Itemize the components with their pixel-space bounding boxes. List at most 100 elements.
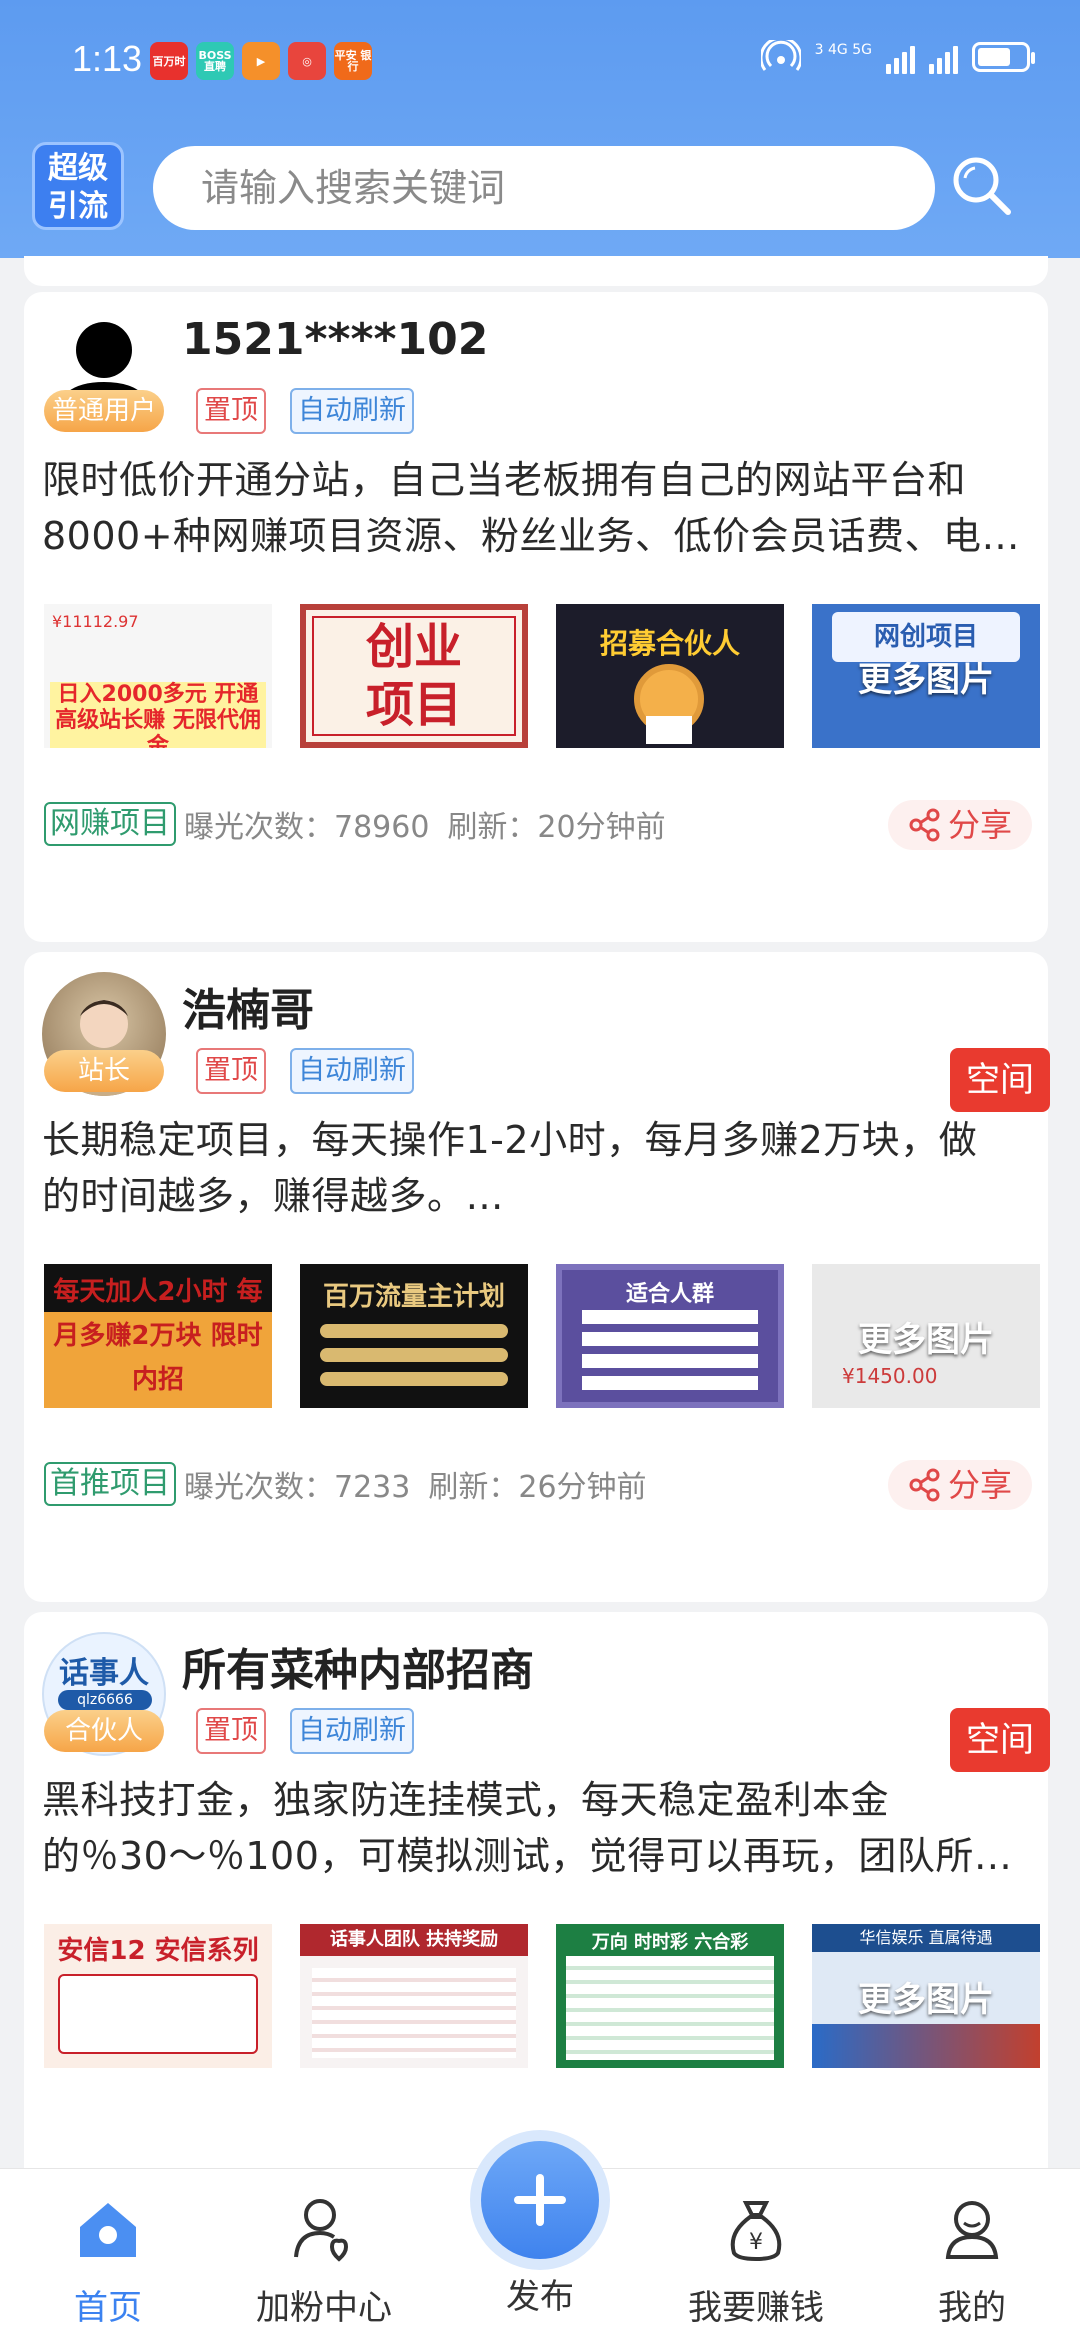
publish-button[interactable] bbox=[470, 2130, 610, 2270]
description-line: 黑科技打金，独家防连挂模式，每天稳定盈利本金 bbox=[42, 1778, 890, 1822]
image-caption: 招募合伙人 bbox=[599, 627, 740, 660]
share-button[interactable]: 分享 bbox=[887, 1460, 1032, 1510]
status-bar: 1:13 百万时 BOSS 直聘 ▶ ◎ 平安 银行 3 4G 5G bbox=[0, 0, 1080, 120]
clock: 1:13 bbox=[72, 38, 143, 79]
post-description[interactable]: 长期稳定项目，每天操作1-2小时，每月多赚2万块，做 的时间越多，赚得越多。… bbox=[42, 1112, 1032, 1224]
nav-home[interactable]: 首页 bbox=[28, 2193, 188, 2329]
signal-icon-2 bbox=[929, 40, 958, 74]
post-image[interactable]: 适合人群 bbox=[556, 1264, 784, 1408]
logo-text-1: 超级 bbox=[48, 151, 108, 186]
publish-button-inner bbox=[481, 2141, 599, 2259]
post-image[interactable]: ¥11112.97 日入2000多元 开通高级站长赚 无限代佣金 bbox=[44, 604, 272, 748]
user-heart-icon bbox=[294, 2199, 349, 2262]
nav-label: 发布 bbox=[506, 2277, 574, 2317]
more-images-label[interactable]: 更多图片 bbox=[812, 604, 1040, 748]
search-icon[interactable] bbox=[948, 152, 1014, 218]
post-card[interactable]: 站长 浩楠哥 置顶 自动刷新 空间 长期稳定项目，每天操作1-2小时，每月多赚2… bbox=[24, 952, 1050, 1602]
user-name[interactable]: 所有菜种内部招商 bbox=[182, 1634, 534, 1698]
battery-icon bbox=[972, 42, 1035, 72]
search-input[interactable]: 请输入搜索关键词 bbox=[153, 146, 935, 230]
refresh-time: 刷新：26分钟前 bbox=[428, 1470, 647, 1505]
user-name[interactable]: 浩楠哥 bbox=[182, 974, 314, 1038]
share-label: 分享 bbox=[947, 806, 1012, 844]
refresh-time: 刷新：20分钟前 bbox=[447, 810, 666, 845]
image-caption: 安信12 安信系列 bbox=[57, 1936, 259, 1966]
share-icon bbox=[909, 1468, 940, 1502]
app-icon-baiwan: 百万时 bbox=[150, 42, 188, 80]
description-line: 8000+种网赚项目资源、粉丝业务、低价会员话费、电… bbox=[42, 514, 1021, 558]
app-icon-video: ▶ bbox=[242, 42, 280, 80]
exposure-count: 曝光次数：78960 bbox=[184, 810, 430, 845]
post-meta: 网赚项目 曝光次数：78960 刷新：20分钟前 bbox=[44, 802, 666, 846]
nav-label: 加粉中心 bbox=[256, 2288, 392, 2328]
post-image[interactable]: 创业 项目 bbox=[300, 604, 528, 748]
nav-fans-center[interactable]: 加粉中心 bbox=[244, 2193, 404, 2329]
post-image[interactable]: ¥1450.00 更多图片 bbox=[812, 1264, 1040, 1408]
description-line: 的时间越多，赚得越多。… bbox=[42, 1174, 505, 1218]
avatar-brand: 话事人 bbox=[59, 1656, 149, 1691]
notification-icons: 百万时 BOSS 直聘 ▶ ◎ 平安 银行 bbox=[150, 42, 372, 80]
post-image[interactable]: 万向 时时彩 六合彩 bbox=[556, 1924, 784, 2068]
previous-card-edge bbox=[24, 256, 1048, 286]
pinned-tag: 置顶 bbox=[196, 388, 266, 434]
share-icon bbox=[909, 808, 940, 842]
image-caption: 百万流量主计划 bbox=[322, 1282, 505, 1312]
money-bag-icon: ¥ bbox=[730, 2201, 782, 2262]
post-description[interactable]: 黑科技打金，独家防连挂模式，每天稳定盈利本金 的％30～％100，可模拟测试，觉… bbox=[42, 1772, 1032, 1884]
nav-label: 我的 bbox=[938, 2288, 1006, 2328]
more-images-label[interactable]: 更多图片 bbox=[812, 1924, 1040, 2068]
image-caption: 万向 时时彩 六合彩 bbox=[591, 1932, 749, 1953]
image-caption: 适合人群 bbox=[625, 1282, 714, 1307]
app-icon-pingan: 平安 银行 bbox=[334, 42, 372, 80]
plus-icon bbox=[514, 2174, 566, 2226]
post-meta: 首推项目 曝光次数：7233 刷新：26分钟前 bbox=[44, 1462, 647, 1506]
user-name[interactable]: 1521****102 bbox=[182, 314, 488, 365]
network-label: 3 4G 5G bbox=[814, 42, 872, 58]
app-icon-boss: BOSS 直聘 bbox=[196, 42, 234, 80]
image-caption: 日入2000多元 开通高级站长赚 无限代佣金 bbox=[50, 682, 266, 748]
post-image[interactable]: 华信娱乐 直属待遇 更多图片 bbox=[812, 1924, 1040, 2068]
category-tag[interactable]: 网赚项目 bbox=[44, 802, 176, 846]
nav-publish-label[interactable]: 发布 bbox=[460, 2269, 620, 2318]
post-image[interactable]: 话事人团队 扶持奖励 bbox=[300, 1924, 528, 2068]
post-card[interactable]: 普通用户 1521****102 置顶 自动刷新 限时低价开通分站，自己当老板拥… bbox=[24, 292, 1048, 942]
header: 1:13 百万时 BOSS 直聘 ▶ ◎ 平安 银行 3 4G 5G 超级 引流… bbox=[0, 0, 1080, 258]
auto-refresh-tag: 自动刷新 bbox=[290, 1048, 414, 1094]
logo-text-2: 引流 bbox=[48, 189, 108, 224]
hotspot-icon bbox=[760, 40, 801, 71]
post-image[interactable]: 网创项目 更多图片 bbox=[812, 604, 1040, 748]
image-row: 每天加人2小时 每月多赚2万块 限时内招 百万流量主计划 适合人群 ¥1450.… bbox=[44, 1264, 1040, 1408]
image-row: 安信12 安信系列 话事人团队 扶持奖励 万向 时时彩 六合彩 华信娱乐 直属待… bbox=[44, 1924, 1040, 2068]
nav-profile[interactable]: 我的 bbox=[892, 2193, 1052, 2329]
post-image[interactable]: 百万流量主计划 bbox=[300, 1264, 528, 1408]
nav-label: 我要赚钱 bbox=[688, 2288, 824, 2328]
description-line: 长期稳定项目，每天操作1-2小时，每月多赚2万块，做 bbox=[42, 1118, 978, 1162]
nav-earn-money[interactable]: ¥ 我要赚钱 bbox=[676, 2193, 836, 2329]
post-description[interactable]: 限时低价开通分站，自己当老板拥有自己的网站平台和 8000+种网赚项目资源、粉丝… bbox=[42, 452, 1032, 564]
app-icon-circle: ◎ bbox=[288, 42, 326, 80]
post-card[interactable]: 话事人 qlz6666 2301561634 合伙人 所有菜种内部招商 置顶 自… bbox=[24, 1612, 1050, 2212]
pinned-tag: 置顶 bbox=[196, 1048, 266, 1094]
space-button[interactable]: 空间 bbox=[950, 1048, 1050, 1112]
auto-refresh-tag: 自动刷新 bbox=[290, 388, 414, 434]
role-badge: 站长 bbox=[44, 1050, 164, 1092]
post-image[interactable]: 安信12 安信系列 bbox=[44, 1924, 272, 2068]
post-image[interactable]: 每天加人2小时 每月多赚2万块 限时内招 bbox=[44, 1264, 272, 1408]
role-badge: 普通用户 bbox=[44, 390, 164, 432]
description-line: 限时低价开通分站，自己当老板拥有自己的网站平台和 bbox=[42, 458, 967, 502]
exposure-count: 曝光次数：7233 bbox=[184, 1470, 411, 1505]
post-image[interactable]: 招募合伙人 bbox=[556, 604, 784, 748]
image-caption: 创业 项目 bbox=[312, 616, 516, 736]
role-badge: 合伙人 bbox=[44, 1710, 164, 1752]
nav-label: 首页 bbox=[74, 2288, 142, 2328]
share-button[interactable]: 分享 bbox=[887, 800, 1032, 850]
image-caption: 话事人团队 扶持奖励 bbox=[300, 1924, 528, 1956]
image-row: ¥11112.97 日入2000多元 开通高级站长赚 无限代佣金 创业 项目 招… bbox=[44, 604, 1040, 748]
share-label: 分享 bbox=[947, 1466, 1012, 1504]
app-logo[interactable]: 超级 引流 bbox=[32, 142, 124, 230]
category-tag[interactable]: 首推项目 bbox=[44, 1462, 176, 1506]
profile-icon bbox=[945, 2201, 999, 2259]
app-root: 1:13 百万时 BOSS 直聘 ▶ ◎ 平安 银行 3 4G 5G 超级 引流… bbox=[0, 0, 1080, 2340]
space-button[interactable]: 空间 bbox=[950, 1708, 1050, 1772]
more-images-label[interactable]: 更多图片 bbox=[812, 1264, 1040, 1408]
